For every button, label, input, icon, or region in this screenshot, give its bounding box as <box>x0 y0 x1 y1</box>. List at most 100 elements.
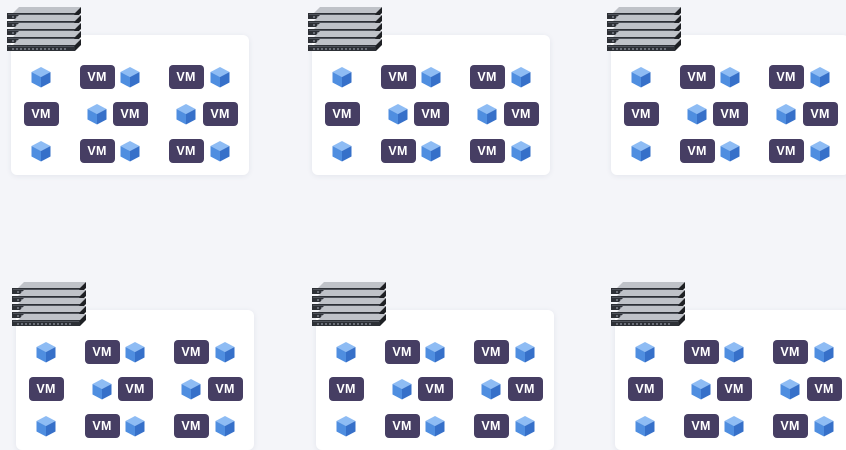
container-cell <box>718 65 742 89</box>
cube-icon <box>120 67 140 88</box>
vm-badge: VM <box>503 102 539 126</box>
rack-server-icon <box>607 5 683 55</box>
vm-cell: VM <box>384 340 420 364</box>
container-cell <box>685 102 709 126</box>
container-cell <box>808 139 832 163</box>
host-4: VM VM VM VM VM VM VM <box>12 275 256 450</box>
container-cell <box>722 340 746 364</box>
vm-cell: VM <box>507 377 543 401</box>
vm-badge: VM <box>84 340 120 364</box>
cube-icon <box>36 342 56 363</box>
container-cell <box>334 414 358 438</box>
vm-badge: VM <box>28 377 64 401</box>
container-cell <box>479 377 503 401</box>
vm-badge: VM <box>716 377 752 401</box>
cube-icon <box>210 141 230 162</box>
host-2: VM VM VM VM VM VM VM <box>308 0 552 180</box>
cube-icon <box>635 342 655 363</box>
cube-icon <box>691 379 711 400</box>
vm-cell: VM <box>173 340 209 364</box>
vm-cell: VM <box>768 65 804 89</box>
virtualization-diagram: VM VM VM VM VM VM VM VM VM VM VM VM VM VM VM VM VM VM VM VM… <box>0 0 846 450</box>
vm-cell: VM <box>503 102 539 126</box>
rack-server-icon <box>611 280 687 330</box>
container-cell <box>509 65 533 89</box>
cube-icon <box>810 141 830 162</box>
container-cell <box>513 340 537 364</box>
vm-badge: VM <box>173 414 209 438</box>
cube-icon <box>215 342 235 363</box>
vm-badge: VM <box>772 414 808 438</box>
cube-icon <box>388 104 408 125</box>
cube-icon <box>515 416 535 437</box>
vm-badge: VM <box>112 102 148 126</box>
cube-icon <box>332 67 352 88</box>
vm-cell: VM <box>23 102 59 126</box>
vm-cell: VM <box>772 340 808 364</box>
vm-cell: VM <box>380 139 416 163</box>
vm-badge: VM <box>84 414 120 438</box>
vm-badge: VM <box>417 377 453 401</box>
host-3: VM VM VM VM VM VM VM <box>607 0 846 180</box>
container-cell <box>330 65 354 89</box>
vm-badge: VM <box>324 102 360 126</box>
vm-cell: VM <box>173 414 209 438</box>
vm-cell: VM <box>384 414 420 438</box>
cube-icon <box>87 104 107 125</box>
cube-icon <box>120 141 140 162</box>
container-cell <box>90 377 114 401</box>
vm-badge: VM <box>802 102 838 126</box>
vm-badge: VM <box>679 139 715 163</box>
cube-icon <box>720 141 740 162</box>
container-cell <box>509 139 533 163</box>
vm-badge: VM <box>623 102 659 126</box>
container-cell <box>123 414 147 438</box>
vm-cell: VM <box>623 102 659 126</box>
container-cell <box>808 65 832 89</box>
cube-icon <box>724 342 744 363</box>
cube-icon <box>687 104 707 125</box>
vm-cell: VM <box>716 377 752 401</box>
vm-badge: VM <box>413 102 449 126</box>
cube-icon <box>814 416 834 437</box>
cube-icon <box>31 141 51 162</box>
vm-cell: VM <box>413 102 449 126</box>
container-cell <box>179 377 203 401</box>
vm-badge: VM <box>507 377 543 401</box>
vm-cell: VM <box>772 414 808 438</box>
container-cell <box>330 139 354 163</box>
vm-cell: VM <box>806 377 842 401</box>
cube-icon <box>332 141 352 162</box>
container-cell <box>629 65 653 89</box>
cube-icon <box>181 379 201 400</box>
container-cell <box>513 414 537 438</box>
cube-icon <box>511 141 531 162</box>
container-cell <box>419 65 443 89</box>
vm-cell: VM <box>679 139 715 163</box>
cube-icon <box>780 379 800 400</box>
container-cell <box>689 377 713 401</box>
rack-server-icon <box>7 5 83 55</box>
container-cell <box>423 414 447 438</box>
container-cell <box>812 340 836 364</box>
vm-cell: VM <box>79 65 115 89</box>
vm-badge: VM <box>207 377 243 401</box>
container-cell <box>213 340 237 364</box>
vm-cell: VM <box>473 414 509 438</box>
container-cell <box>118 65 142 89</box>
container-cell <box>123 340 147 364</box>
cube-icon <box>125 416 145 437</box>
vm-cell: VM <box>802 102 838 126</box>
container-cell <box>722 414 746 438</box>
vm-cell: VM <box>168 65 204 89</box>
vm-badge: VM <box>117 377 153 401</box>
vm-badge: VM <box>768 65 804 89</box>
vm-badge: VM <box>772 340 808 364</box>
cube-icon <box>481 379 501 400</box>
vm-cell: VM <box>683 414 719 438</box>
vm-badge: VM <box>627 377 663 401</box>
cube-icon <box>31 67 51 88</box>
vm-badge: VM <box>679 65 715 89</box>
vm-badge: VM <box>380 139 416 163</box>
container-cell <box>174 102 198 126</box>
